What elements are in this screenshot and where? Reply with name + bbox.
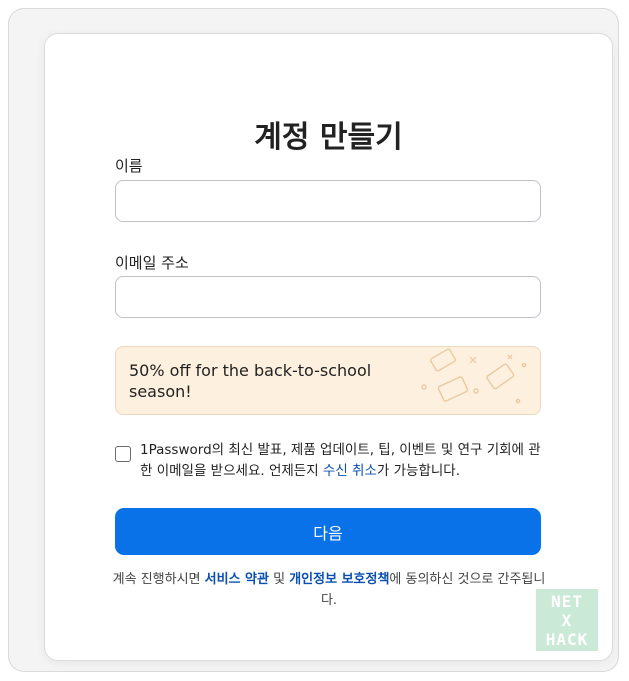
watermark-line1: NET	[551, 592, 583, 611]
promo-banner: 50% off for the back-to-school season!	[115, 346, 541, 415]
privacy-policy-link[interactable]: 개인정보 보호정책	[289, 572, 389, 587]
terms-prefix: 계속 진행하시면	[112, 572, 205, 587]
next-button[interactable]: 다음	[115, 508, 541, 555]
signup-card: 계정 만들기 이름 이메일 주소 50% off for the back-to…	[44, 33, 613, 661]
email-input[interactable]	[115, 276, 541, 318]
name-label: 이름	[115, 157, 143, 175]
unsubscribe-link[interactable]: 수신 취소	[323, 463, 377, 479]
page-title: 계정 만들기	[254, 120, 403, 155]
terms-of-service-link[interactable]: 서비스 약관	[205, 572, 269, 587]
promo-text: 50% off for the back-to-school season!	[129, 361, 372, 401]
newsletter-consent-text: 1Password의 최신 발표, 제품 업데이트, 팁, 이벤트 및 연구 기…	[140, 440, 550, 482]
email-label: 이메일 주소	[115, 254, 189, 272]
terms-and: 및	[268, 572, 290, 587]
watermark-logo: NET X HACK	[536, 589, 598, 651]
name-input[interactable]	[115, 180, 541, 222]
watermark-line3: HACK	[545, 630, 589, 649]
watermark-line2: X	[561, 611, 573, 630]
terms-notice: 계속 진행하시면 서비스 약관 및 개인정보 보호정책에 동의하신 것으로 간주…	[110, 569, 548, 611]
consent-text-after: 가 가능합니다.	[376, 463, 461, 479]
window-frame: 계정 만들기 이름 이메일 주소 50% off for the back-to…	[8, 8, 619, 672]
ticket-icon	[421, 348, 527, 404]
newsletter-checkbox[interactable]	[115, 446, 131, 462]
